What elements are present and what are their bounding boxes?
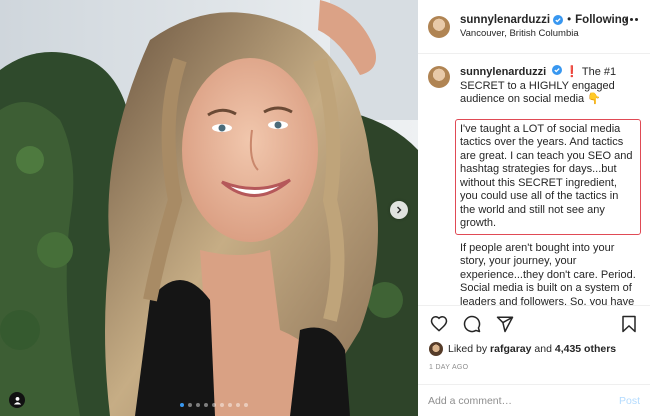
carousel-dot — [188, 403, 192, 407]
bookmark-icon — [622, 315, 636, 332]
avatar[interactable] — [428, 15, 450, 38]
post-timestamp[interactable]: 1 DAY AGO — [429, 364, 468, 371]
chevron-right-icon — [397, 206, 402, 214]
caption-continued-text: If people aren't bought into your story,… — [460, 241, 636, 306]
following-button[interactable]: Following — [575, 14, 629, 26]
carousel-dot — [180, 403, 184, 407]
user-tag-button[interactable] — [9, 392, 25, 408]
comment-bar: Post — [418, 384, 650, 416]
user-tag-icon — [13, 396, 21, 405]
carousel-indicator — [180, 403, 248, 407]
liked-by-username[interactable]: rafgaray — [490, 343, 531, 355]
heart-icon — [430, 315, 448, 332]
caption-area[interactable]: sunnylenarduzzi ❗ The #1 SECRET to a HIG… — [418, 55, 650, 305]
liker-avatar[interactable] — [429, 342, 443, 356]
verified-badge-icon — [553, 15, 564, 25]
save-button[interactable] — [619, 314, 639, 334]
post-photo[interactable] — [0, 0, 418, 416]
caption-username[interactable]: sunnylenarduzzi — [460, 66, 546, 78]
comment-button[interactable] — [462, 314, 482, 334]
share-button[interactable] — [495, 314, 515, 334]
comment-icon — [463, 315, 481, 332]
comment-input[interactable] — [428, 394, 619, 407]
caption-intro: sunnylenarduzzi ❗ The #1 SECRET to a HIG… — [460, 65, 638, 107]
likes-count-link[interactable]: 4,435 others — [555, 343, 616, 355]
carousel-dot — [236, 403, 240, 407]
caption-avatar[interactable] — [428, 66, 450, 88]
post-header: sunnylenarduzzi • Following Vancouver, B… — [418, 0, 650, 54]
carousel-dot — [228, 403, 232, 407]
likes-summary: Liked by rafgaray and 4,435 others — [429, 342, 616, 356]
highlighted-caption-box: I've taught a LOT of social media tactic… — [455, 118, 641, 235]
like-button[interactable] — [429, 314, 449, 334]
carousel-next-button[interactable] — [390, 201, 408, 219]
post-details-panel: sunnylenarduzzi • Following Vancouver, B… — [418, 0, 650, 416]
carousel-dot — [220, 403, 224, 407]
liked-by-prefix: Liked by — [448, 343, 488, 355]
carousel-dot — [196, 403, 200, 407]
post-actions-bar — [418, 305, 650, 341]
exclamation-emoji: ❗ — [565, 66, 580, 78]
share-icon — [496, 316, 514, 332]
post-comment-button[interactable]: Post — [619, 395, 640, 407]
liked-by-and: and — [534, 343, 552, 355]
header-username[interactable]: sunnylenarduzzi — [460, 14, 550, 26]
header-separator: • — [567, 14, 572, 26]
location-link[interactable]: Vancouver, British Columbia — [460, 28, 629, 39]
highlighted-caption-text: I've taught a LOT of social media tactic… — [460, 122, 633, 230]
carousel-dot — [212, 403, 216, 407]
more-options-icon[interactable] — [625, 18, 638, 21]
portrait-image — [0, 0, 418, 416]
verified-badge-icon — [552, 65, 563, 75]
carousel-dot — [204, 403, 208, 407]
carousel-dot — [244, 403, 248, 407]
pointing-down-emoji: 👇 — [587, 93, 601, 105]
